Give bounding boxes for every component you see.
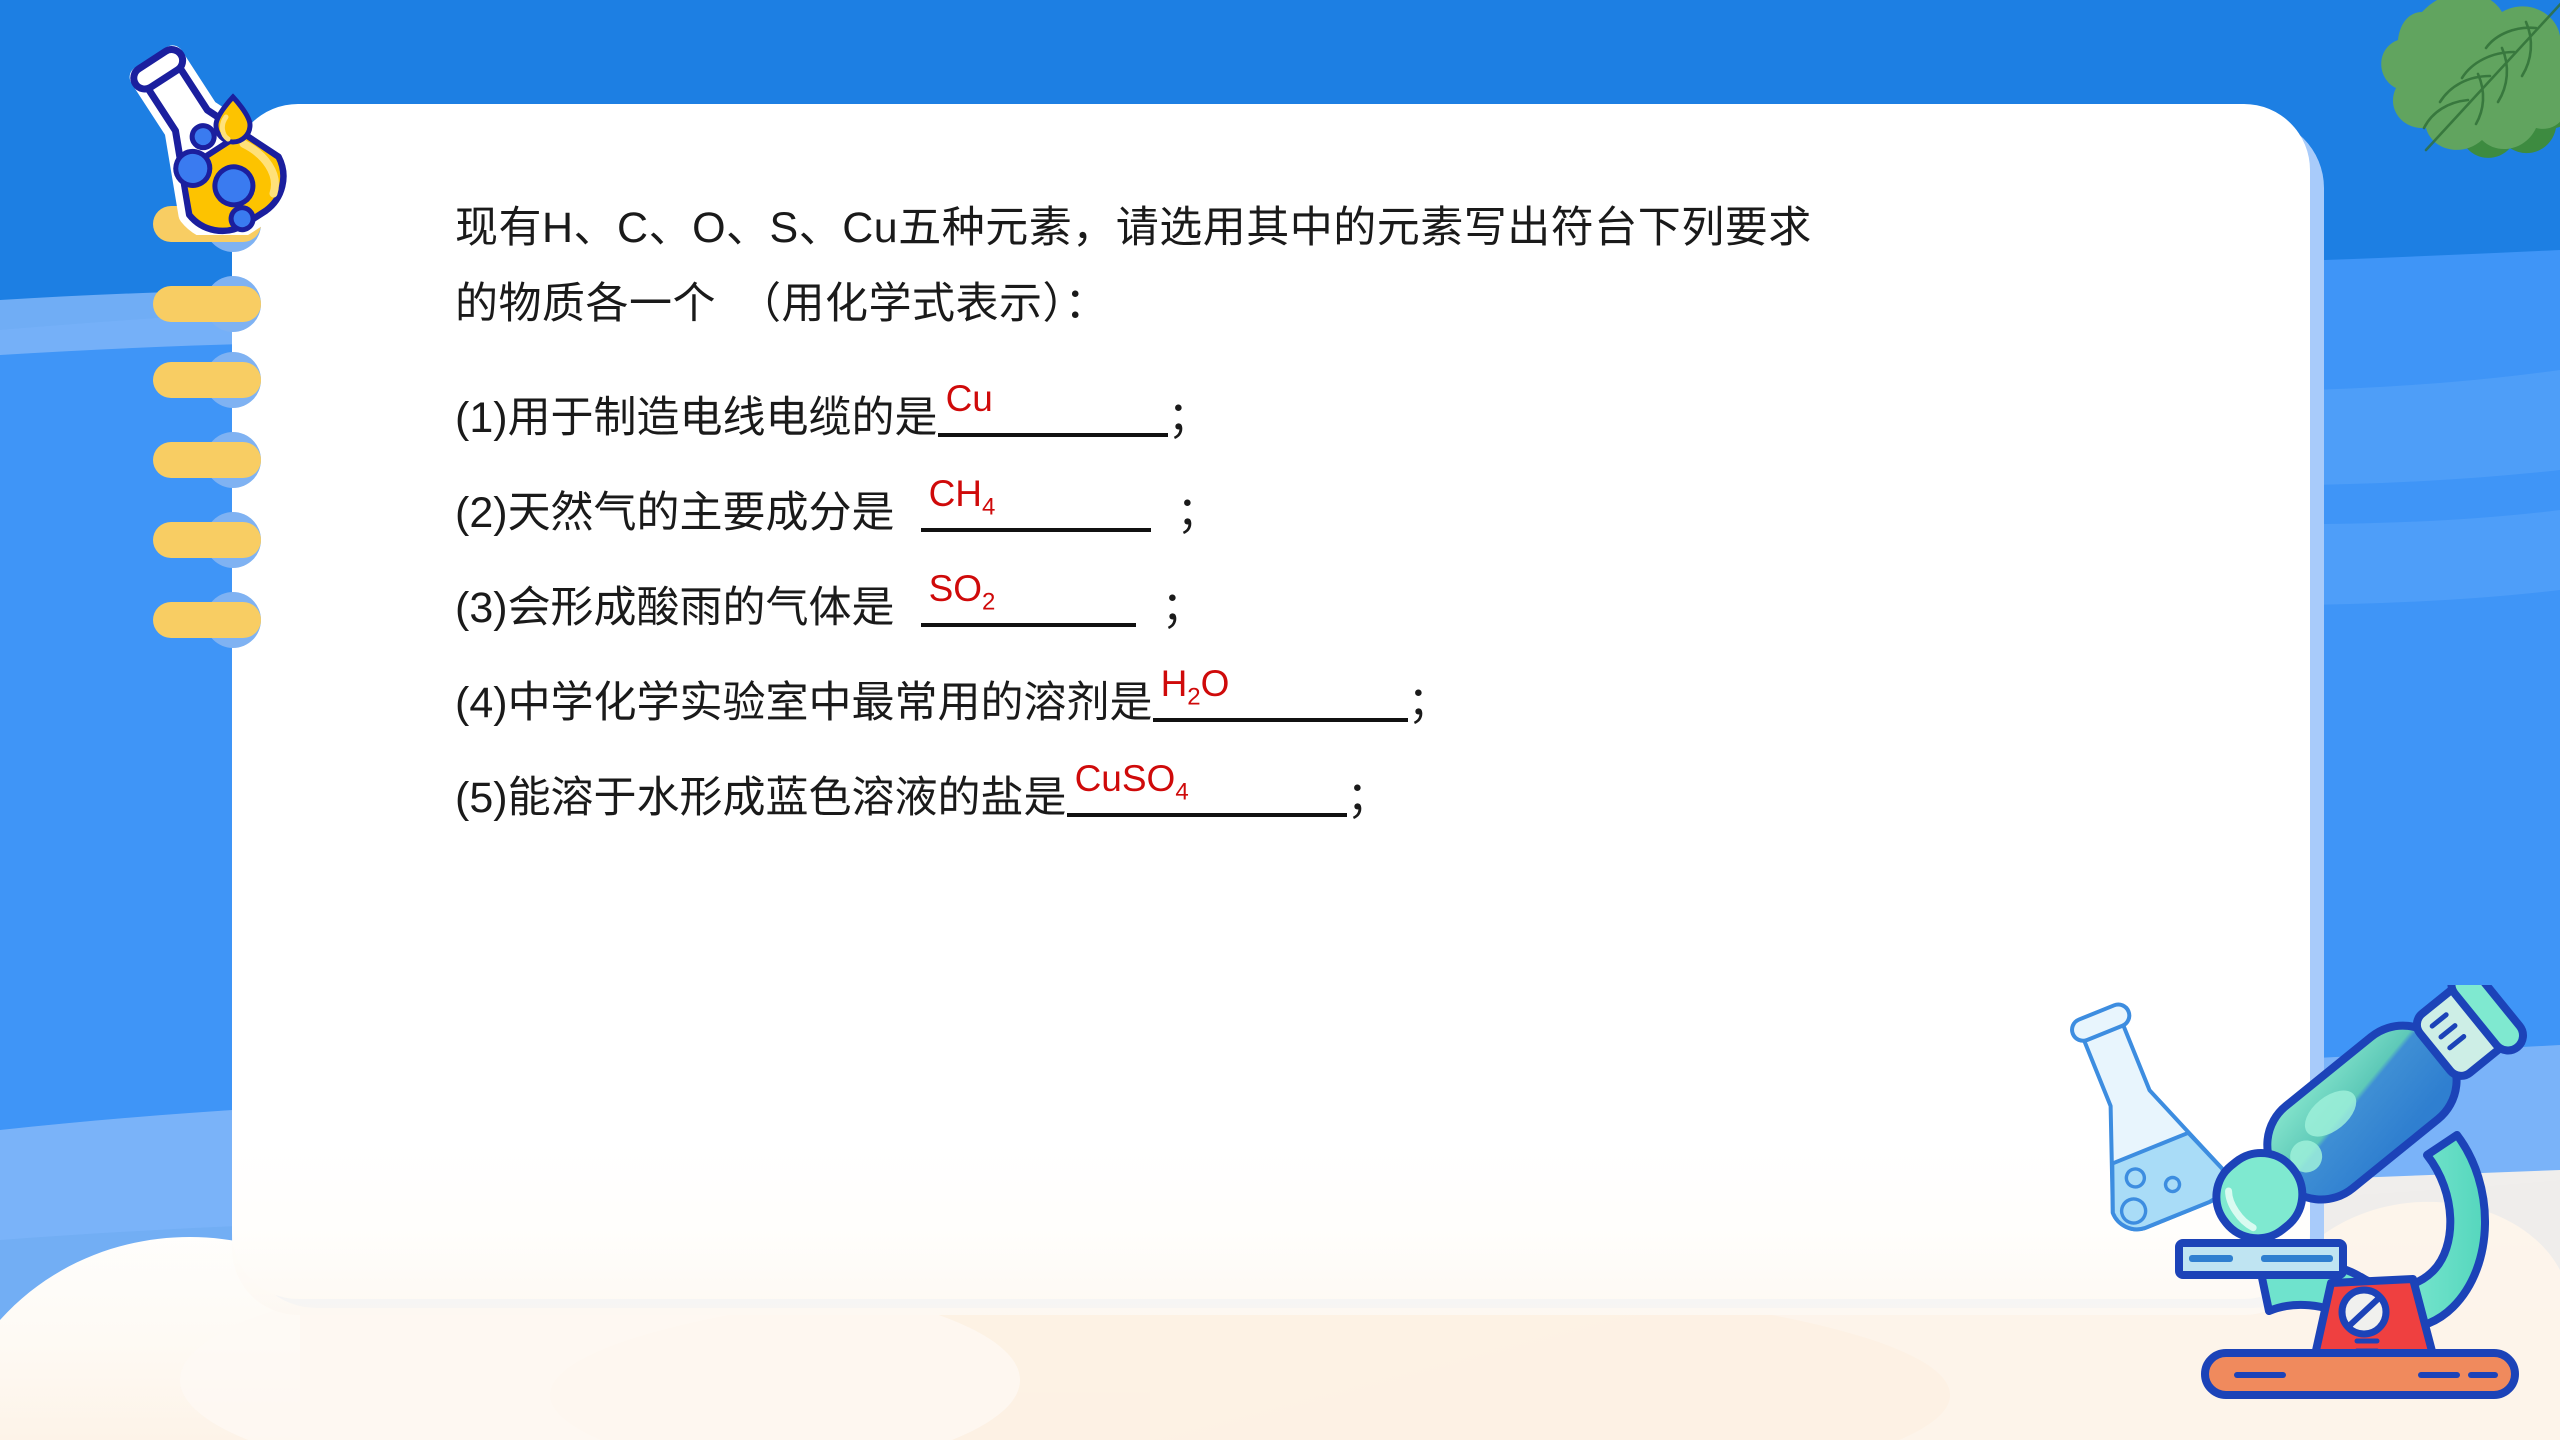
question-number: (5)	[455, 774, 508, 822]
question-terminator: ；	[1176, 489, 1220, 537]
question-number: (4)	[455, 679, 508, 727]
answer-value: CH4	[928, 472, 996, 520]
question-number: (1)	[455, 394, 508, 442]
answer-value: Cu	[945, 377, 993, 419]
question-row: (5) 能溶于水形成蓝色溶液的盐是 CuSO4 ；	[455, 757, 2215, 822]
question-row: (2) 天然气的主要成分是 CH4 ；	[455, 472, 2215, 537]
prompt-line-2: 的物质各一个 （用化学式表示）：	[455, 280, 1108, 328]
slide-canvas: 现有H、C、O、S、Cu五种元素，请选用其中的元素写出符台下列要求 的物质各一个…	[0, 0, 2560, 1440]
binding-ring-bar	[153, 362, 261, 398]
question-terminator: ；	[1346, 774, 1390, 822]
conical-flask-icon	[100, 45, 310, 242]
oak-leaf-icon	[2330, 0, 2560, 202]
answer-blank[interactable]: CuSO4	[1066, 757, 1347, 817]
answer-blank[interactable]: SO2	[920, 567, 1136, 627]
droplet-icon	[213, 93, 253, 145]
answer-blank[interactable]: H2O	[1152, 662, 1408, 722]
question-row: (4) 中学化学实验室中最常用的溶剂是 H2O ；	[455, 662, 2215, 727]
answer-blank[interactable]: Cu	[937, 377, 1168, 437]
question-row: (3) 会形成酸雨的气体是 SO2 ；	[455, 567, 2215, 632]
worksheet-content: 现有H、C、O、S、Cu五种元素，请选用其中的元素写出符台下列要求 的物质各一个…	[455, 190, 2215, 822]
answer-value: CuSO4	[1074, 757, 1189, 805]
prompt-line-1: 现有H、C、O、S、Cu五种元素，请选用其中的元素写出符台下列要求	[455, 204, 1812, 252]
question-text: 天然气的主要成分是	[507, 489, 895, 537]
answer-value: H2O	[1160, 662, 1230, 710]
question-text: 用于制造电线电缆的是	[507, 394, 938, 442]
answer-value: SO2	[928, 567, 996, 615]
question-terminator: ；	[1161, 584, 1205, 632]
binding-ring-bar	[153, 602, 261, 638]
binding-ring-bar	[153, 522, 261, 558]
question-terminator: ；	[1167, 394, 1211, 442]
question-text: 中学化学实验室中最常用的溶剂是	[507, 679, 1153, 727]
question-row: (1) 用于制造电线电缆的是 Cu ；	[455, 377, 2215, 442]
question-terminator: ；	[1407, 679, 1451, 727]
microscope-icon	[2165, 965, 2560, 1440]
binding-ring-bar	[153, 286, 261, 322]
question-text: 能溶于水形成蓝色溶液的盐是	[507, 774, 1067, 822]
answer-blank[interactable]: CH4	[920, 472, 1151, 532]
question-number: (3)	[455, 584, 508, 632]
question-text: 会形成酸雨的气体是	[507, 584, 895, 632]
binding-ring-bar	[153, 442, 261, 478]
question-number: (2)	[455, 489, 508, 537]
